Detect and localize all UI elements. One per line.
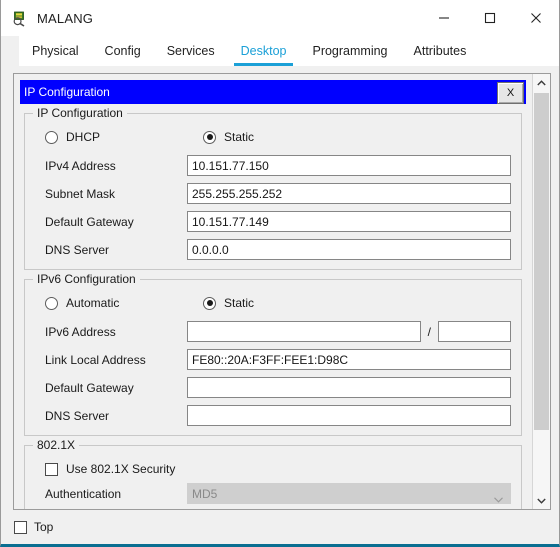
tab-config[interactable]: Config <box>92 36 154 66</box>
ipv6-automatic-label: Automatic <box>66 296 119 310</box>
vertical-scrollbar[interactable] <box>532 74 550 509</box>
authentication-value: MD5 <box>192 487 217 501</box>
ipv4-dns-input[interactable] <box>187 239 511 260</box>
ipv6-group: IPv6 Configuration Automatic Static IPv6… <box>24 279 522 436</box>
tab-desktop[interactable]: Desktop <box>228 36 300 66</box>
radio-icon <box>45 131 58 144</box>
ipv6-gateway-label: Default Gateway <box>35 381 187 395</box>
dialog-title: IP Configuration <box>24 85 110 99</box>
subnet-mask-row: Subnet Mask <box>35 183 511 204</box>
ipv6-static-label: Static <box>224 296 254 310</box>
radio-selected-icon <box>203 131 216 144</box>
top-checkbox-label: Top <box>34 520 53 534</box>
checkbox-icon <box>14 521 27 534</box>
authentication-label: Authentication <box>35 487 187 501</box>
maximize-button[interactable] <box>467 0 513 36</box>
ip-configuration-panel: IP Configuration X IP Configuration DHCP… <box>13 73 551 510</box>
ipv4-group: IP Configuration DHCP Static IPv4 Addres… <box>24 113 522 270</box>
tab-attributes[interactable]: Attributes <box>401 36 480 66</box>
close-button[interactable] <box>513 0 559 36</box>
ipv6-prefix-input[interactable] <box>438 321 511 342</box>
authentication-select[interactable]: MD5 <box>187 483 511 504</box>
tab-services[interactable]: Services <box>154 36 228 66</box>
link-local-address-row: Link Local Address <box>35 349 511 370</box>
radio-selected-icon <box>203 297 216 310</box>
tab-programming[interactable]: Programming <box>299 36 400 66</box>
chevron-down-icon <box>494 492 502 500</box>
ipv6-dns-input[interactable] <box>187 405 511 426</box>
ipv4-dns-label: DNS Server <box>35 243 187 257</box>
link-local-address-input[interactable] <box>187 349 511 370</box>
scroll-up-button[interactable] <box>533 74 550 91</box>
ipv4-static-option[interactable]: Static <box>197 130 254 144</box>
dot1x-group: 802.1X Use 802.1X Security Authenticatio… <box>24 445 522 509</box>
ipv6-group-label: IPv6 Configuration <box>33 272 140 286</box>
ipv4-dhcp-option[interactable]: DHCP <box>35 130 197 144</box>
title-bar: MALANG <box>1 0 559 36</box>
ipv6-address-input[interactable] <box>187 321 421 342</box>
subnet-mask-label: Subnet Mask <box>35 187 187 201</box>
ipv6-prefix-separator: / <box>421 325 438 339</box>
authentication-row: Authentication MD5 <box>35 483 511 504</box>
scrollbar-thumb[interactable] <box>534 93 549 430</box>
top-checkbox-option[interactable]: Top <box>14 520 53 534</box>
ipv4-address-label: IPv4 Address <box>35 159 187 173</box>
subnet-mask-input[interactable] <box>187 183 511 204</box>
ipv4-static-label: Static <box>224 130 254 144</box>
ipv4-group-label: IP Configuration <box>33 106 127 120</box>
tab-bar: Physical Config Services Desktop Program… <box>1 36 559 66</box>
window-title: MALANG <box>37 11 93 26</box>
ipv6-address-label: IPv6 Address <box>35 325 187 339</box>
scroll-viewport: IP Configuration X IP Configuration DHCP… <box>14 74 532 509</box>
ipv6-gateway-row: Default Gateway <box>35 377 511 398</box>
ipv4-gateway-input[interactable] <box>187 211 511 232</box>
ipv6-static-option[interactable]: Static <box>197 296 254 310</box>
checkbox-icon <box>45 463 58 476</box>
dialog-title-bar: IP Configuration X <box>20 80 526 104</box>
ipv6-automatic-option[interactable]: Automatic <box>35 296 197 310</box>
ipv4-gateway-label: Default Gateway <box>35 215 187 229</box>
ipv6-dns-row: DNS Server <box>35 405 511 426</box>
status-bar: Top <box>2 510 558 544</box>
ipv4-dns-row: DNS Server <box>35 239 511 260</box>
scrollbar-track[interactable] <box>533 91 550 492</box>
ipv4-address-row: IPv4 Address <box>35 155 511 176</box>
ipv6-gateway-input[interactable] <box>187 377 511 398</box>
network-device-icon <box>11 9 29 27</box>
use-dot1x-security-option[interactable]: Use 802.1X Security <box>35 446 511 476</box>
ipv4-gateway-row: Default Gateway <box>35 211 511 232</box>
link-local-address-label: Link Local Address <box>35 353 187 367</box>
scroll-down-button[interactable] <box>533 492 550 509</box>
dot1x-group-label: 802.1X <box>33 438 79 452</box>
dialog-close-button[interactable]: X <box>497 82 524 104</box>
use-dot1x-security-label: Use 802.1X Security <box>66 462 175 476</box>
radio-icon <box>45 297 58 310</box>
application-window: MALANG Physical Config Services Desktop … <box>0 0 560 547</box>
ipv4-address-input[interactable] <box>187 155 511 176</box>
ipv6-address-row: IPv6 Address / <box>35 321 511 342</box>
minimize-button[interactable] <box>421 0 467 36</box>
window-controls <box>421 0 559 36</box>
ipv4-dhcp-label: DHCP <box>66 130 100 144</box>
tab-physical[interactable]: Physical <box>19 36 92 66</box>
ipv6-dns-label: DNS Server <box>35 409 187 423</box>
desktop-content: IP Configuration X IP Configuration DHCP… <box>2 66 558 544</box>
